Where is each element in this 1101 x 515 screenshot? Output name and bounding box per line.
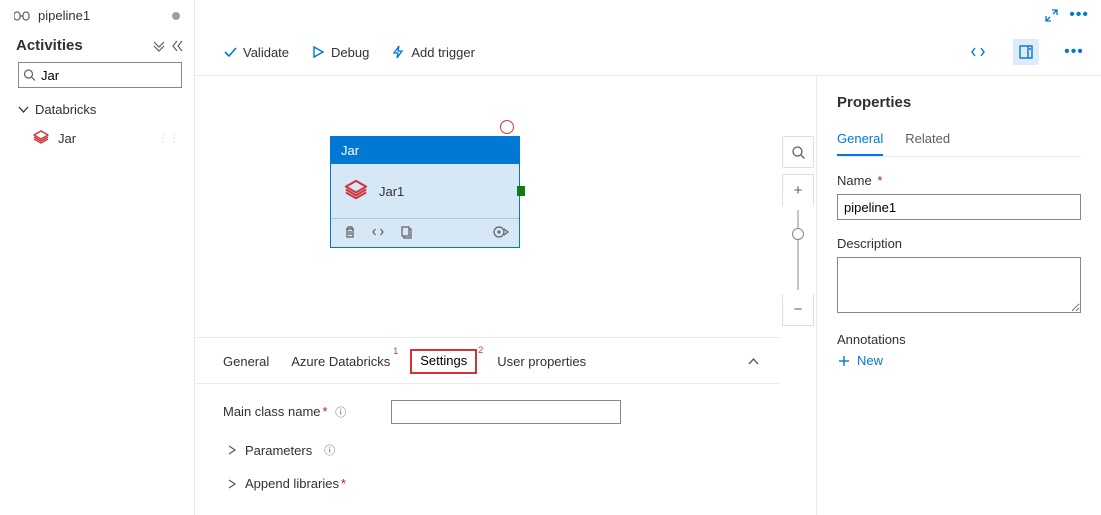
zoom-controls: + − (780, 76, 816, 515)
activity-item-jar[interactable]: Jar ⋮⋮ (0, 123, 194, 153)
error-badge: 1 (393, 346, 398, 356)
name-input[interactable] (837, 194, 1081, 220)
description-label: Description (837, 236, 1081, 251)
unsaved-indicator-icon (172, 12, 180, 20)
pipeline-name: pipeline1 (38, 8, 166, 23)
category-label: Databricks (35, 102, 96, 117)
config-panel: General Azure Databricks 1 Settings 2 Us… (195, 337, 780, 515)
activity-item-label: Jar (58, 131, 76, 146)
properties-title: Properties (837, 94, 1081, 111)
new-annotation-label: New (857, 353, 883, 368)
hide-panel-icon[interactable] (172, 40, 184, 52)
pipeline-tab[interactable]: pipeline1 (0, 0, 194, 27)
main-class-row: Main class name* ⓘ (223, 400, 756, 424)
debug-label: Debug (331, 45, 369, 60)
code-view-icon[interactable] (965, 39, 991, 65)
zoom-handle[interactable] (792, 228, 804, 240)
error-badge: 2 (478, 345, 483, 355)
category-databricks[interactable]: Databricks (0, 96, 194, 123)
properties-panel: Properties General Related Name * Descri… (816, 76, 1101, 515)
description-field: Description (837, 236, 1081, 316)
name-field: Name * (837, 173, 1081, 220)
search-icon (23, 69, 36, 82)
collapse-panel-icon[interactable] (747, 355, 760, 368)
tab-azure-databricks[interactable]: Azure Databricks 1 (291, 352, 390, 371)
chevron-down-icon (18, 104, 29, 115)
databricks-icon (32, 129, 50, 147)
delete-icon[interactable] (343, 225, 357, 239)
main-class-input[interactable] (391, 400, 621, 424)
workspace: Jar Jar1 (195, 76, 1101, 515)
activity-search-input[interactable] (18, 62, 182, 88)
success-output-port[interactable] (517, 186, 525, 196)
tab-user-properties[interactable]: User properties (497, 352, 586, 371)
annotations-field: Annotations New (837, 332, 1081, 368)
pipeline-icon (14, 9, 32, 23)
config-tabs: General Azure Databricks 1 Settings 2 Us… (195, 338, 780, 384)
activity-node-jar[interactable]: Jar Jar1 (330, 136, 520, 248)
validate-button[interactable]: Validate (223, 45, 289, 60)
annotations-label: Annotations (837, 332, 1081, 347)
app-root: pipeline1 Activities (0, 0, 1101, 515)
expand-icon[interactable] (1044, 8, 1059, 23)
activities-sidebar: pipeline1 Activities (0, 0, 195, 515)
drag-grip-icon: ⋮⋮ (158, 133, 180, 144)
node-type-label: Jar (331, 137, 519, 164)
properties-tabs: General Related (837, 125, 1081, 157)
pipeline-toolbar: Validate Debug Add trigger ••• (195, 29, 1101, 76)
debug-button[interactable]: Debug (311, 45, 369, 60)
add-output-icon[interactable] (493, 225, 509, 239)
validate-label: Validate (243, 45, 289, 60)
activity-search-box (18, 62, 182, 88)
main-class-label: Main class name* ⓘ (223, 404, 381, 420)
append-libraries-label: Append libraries* (245, 476, 346, 491)
info-icon[interactable]: ⓘ (335, 407, 346, 419)
main-area: ••• Validate Debug Add trigger (195, 0, 1101, 515)
add-annotation-button[interactable]: New (837, 353, 1081, 368)
node-body: Jar1 (331, 164, 519, 218)
zoom-out-button[interactable]: − (782, 294, 814, 326)
zoom-slider[interactable] (797, 210, 799, 290)
collapse-all-icon[interactable] (152, 40, 166, 52)
description-textarea[interactable] (837, 257, 1081, 313)
properties-toggle-icon[interactable] (1013, 39, 1039, 65)
fit-to-screen-button[interactable] (782, 136, 814, 168)
databricks-icon (343, 178, 369, 204)
design-canvas[interactable]: Jar Jar1 (195, 76, 780, 337)
parameters-expander[interactable]: Parameters ⓘ (223, 442, 756, 458)
config-body: Main class name* ⓘ Parameters ⓘ (195, 384, 780, 515)
window-controls: ••• (195, 0, 1101, 29)
more-icon[interactable]: ••• (1069, 6, 1089, 24)
append-libraries-expander[interactable]: Append libraries* (223, 476, 756, 491)
props-tab-general[interactable]: General (837, 125, 883, 156)
code-icon[interactable] (371, 225, 385, 239)
tab-general[interactable]: General (223, 352, 269, 371)
node-name-label: Jar1 (379, 184, 404, 199)
zoom-in-button[interactable]: + (782, 174, 814, 206)
parameters-label: Parameters (245, 443, 312, 458)
canvas-column: Jar Jar1 (195, 76, 780, 515)
info-icon[interactable]: ⓘ (324, 442, 335, 458)
add-trigger-button[interactable]: Add trigger (391, 45, 475, 60)
add-trigger-label: Add trigger (411, 45, 475, 60)
name-label: Name * (837, 173, 1081, 188)
copy-icon[interactable] (399, 225, 413, 239)
annotation-circle-icon (500, 120, 514, 134)
tab-settings[interactable]: Settings 2 (410, 349, 477, 374)
activities-header: Activities (0, 27, 194, 62)
toolbar-more-icon[interactable]: ••• (1061, 39, 1087, 65)
activities-title: Activities (16, 37, 83, 54)
node-footer (331, 218, 519, 247)
props-tab-related[interactable]: Related (905, 125, 950, 156)
